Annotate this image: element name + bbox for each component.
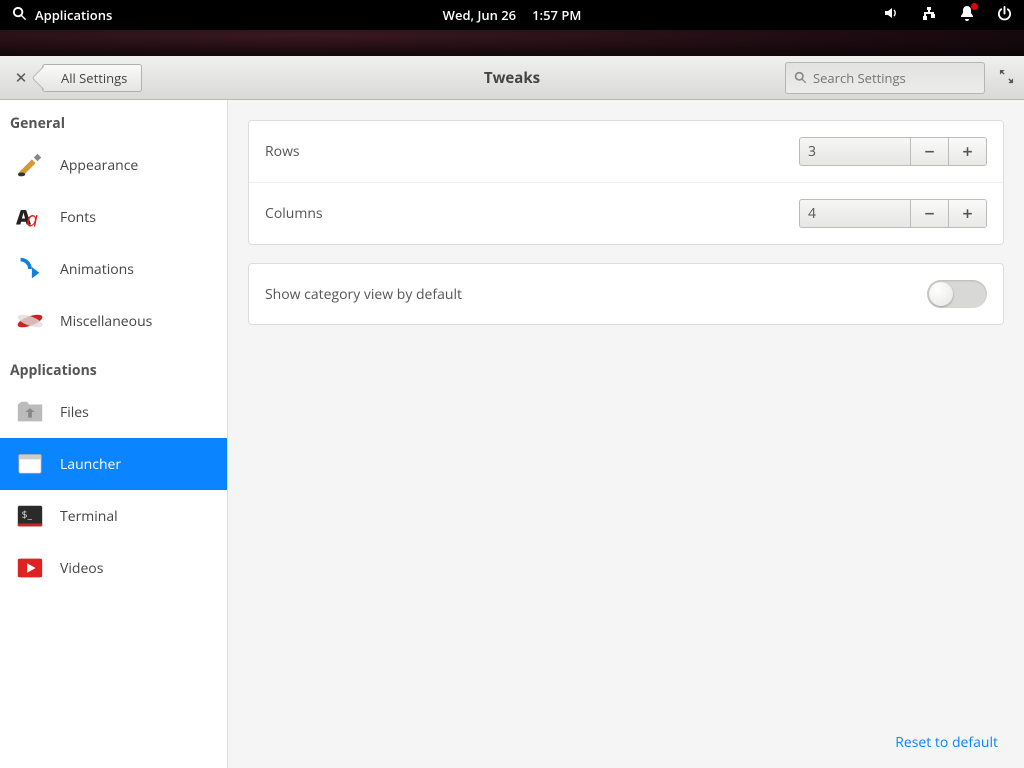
desktop-wallpaper [0,30,1024,56]
sidebar-section-general: General [0,100,227,139]
back-button-label: All Settings [61,69,127,87]
content-pane: Rows − + Columns − + Show category view … [228,100,1024,768]
sidebar-item-label: Launcher [60,455,121,474]
maximize-button[interactable] [999,67,1014,89]
files-icon [14,396,46,428]
notifications-icon[interactable] [959,5,975,25]
columns-label: Columns [265,204,799,223]
videos-icon [14,552,46,584]
sidebar-item-label: Files [60,403,89,422]
sidebar-item-label: Miscellaneous [60,312,152,331]
category-settings-group: Show category view by default [248,263,1004,325]
rows-value[interactable] [800,138,910,165]
sidebar: General Appearance Aa Fonts Animations M… [0,100,228,768]
search-input[interactable] [813,69,976,87]
sidebar-item-terminal[interactable]: $_ Terminal [0,490,227,542]
columns-decrement-button[interactable]: − [910,200,948,227]
applications-label: Applications [35,6,112,24]
search-icon [12,6,27,25]
appearance-icon [14,149,46,181]
power-icon[interactable] [997,6,1012,25]
grid-settings-group: Rows − + Columns − + [248,120,1004,245]
svg-text:a: a [26,205,38,232]
sidebar-item-videos[interactable]: Videos [0,542,227,594]
clock-date[interactable]: Wed, Jun 26 [443,6,516,24]
sidebar-item-label: Animations [60,260,134,279]
sidebar-section-applications: Applications [0,347,227,386]
search-settings-field[interactable] [785,62,985,94]
animations-icon [14,253,46,285]
sidebar-item-label: Terminal [60,507,118,526]
columns-value[interactable] [800,200,910,227]
sidebar-item-animations[interactable]: Animations [0,243,227,295]
applications-menu[interactable]: Applications [12,6,112,25]
category-view-toggle[interactable] [927,280,987,308]
rows-setting: Rows − + [249,121,1003,183]
columns-setting: Columns − + [249,183,1003,244]
window-titlebar: ✕ All Settings Tweaks [0,56,1024,100]
category-view-label: Show category view by default [265,285,927,304]
columns-increment-button[interactable]: + [948,200,986,227]
sidebar-item-appearance[interactable]: Appearance [0,139,227,191]
sidebar-item-label: Appearance [60,156,138,175]
columns-spinner: − + [799,199,987,228]
sidebar-item-miscellaneous[interactable]: Miscellaneous [0,295,227,347]
window-title: Tweaks [484,68,540,88]
network-icon[interactable] [921,5,937,25]
sidebar-item-fonts[interactable]: Aa Fonts [0,191,227,243]
sidebar-item-label: Fonts [60,208,96,227]
rows-label: Rows [265,142,799,161]
volume-icon[interactable] [883,5,899,25]
miscellaneous-icon [14,305,46,337]
rows-spinner: − + [799,137,987,166]
category-view-setting: Show category view by default [249,264,1003,324]
terminal-icon: $_ [14,500,46,532]
rows-increment-button[interactable]: + [948,138,986,165]
reset-to-default-link[interactable]: Reset to default [889,727,1004,758]
svg-text:$_: $_ [22,508,33,522]
sidebar-item-label: Videos [60,559,103,578]
fonts-icon: Aa [14,201,46,233]
sidebar-item-files[interactable]: Files [0,386,227,438]
search-icon [794,67,807,89]
clock-time[interactable]: 1:57 PM [532,6,581,24]
back-button[interactable]: All Settings [42,64,142,92]
rows-decrement-button[interactable]: − [910,138,948,165]
sidebar-item-launcher[interactable]: Launcher [0,438,227,490]
close-button[interactable]: ✕ [10,67,32,89]
launcher-icon [14,448,46,480]
